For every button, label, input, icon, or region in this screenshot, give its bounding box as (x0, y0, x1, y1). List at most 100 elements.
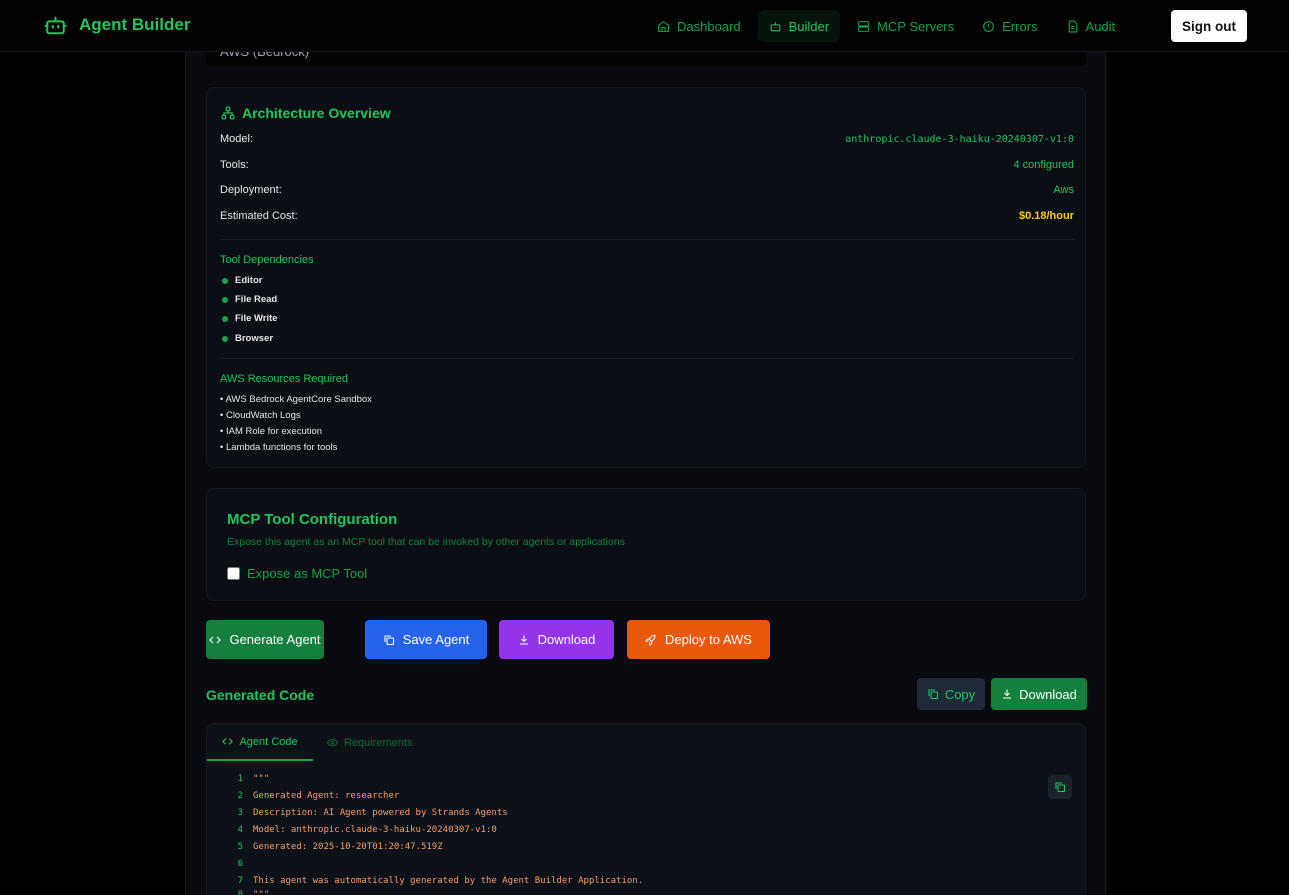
tools-row: Tools: 4 configured (220, 159, 1074, 171)
nav-builder[interactable]: Builder (757, 10, 841, 42)
download-icon (519, 635, 528, 645)
bullet-dot (222, 277, 228, 284)
home-icon (658, 20, 669, 32)
dependency-item: Browser (222, 333, 273, 344)
nav-errors-label: Errors (1002, 18, 1038, 34)
tools-key: Tools: (220, 159, 249, 171)
aws-resources-title: AWS Resources Required (220, 373, 348, 385)
generate-agent-label: Generate Agent (229, 632, 321, 647)
copy-code-label: Copy (944, 686, 976, 702)
brand[interactable]: Agent Builder (44, 14, 190, 36)
copy-snippet-button[interactable] (1048, 775, 1072, 799)
line-text: This agent was automatically generated b… (253, 876, 644, 886)
code-line: 4 Model: anthropic.claude-3-haiku-202403… (221, 825, 497, 842)
generated-code-title: Generated Code (206, 687, 315, 703)
tab-agent-code-label: Agent Code (239, 735, 298, 748)
code-tabs: Agent Code Requirements (207, 724, 1087, 761)
tab-requirements-label: Requirements (344, 736, 413, 749)
server-icon (858, 20, 869, 32)
deployment-key: Deployment: (220, 184, 282, 196)
line-number: 1 (237, 774, 243, 784)
nav-dashboard[interactable]: Dashboard (646, 10, 752, 42)
cost-key: Estimated Cost: (220, 210, 298, 222)
copy-icon (1055, 782, 1066, 793)
line-number: 5 (237, 842, 243, 852)
architecture-overview-card: Architecture Overview Model: anthropic.c… (206, 87, 1086, 468)
divider (220, 358, 1074, 359)
eye-icon (327, 738, 338, 747)
line-text: """ (253, 774, 270, 784)
deploy-aws-button[interactable]: Deploy to AWS (627, 620, 770, 659)
tools-value: 4 configured (1013, 159, 1074, 171)
tab-agent-code[interactable]: Agent Code (207, 724, 313, 761)
code-line: 1 """ (221, 774, 270, 791)
nav-dashboard-label: Dashboard (677, 18, 741, 34)
divider (220, 239, 1074, 240)
line-text: """ (253, 890, 270, 895)
download-agent-label: Download (537, 632, 596, 647)
copy-icon (384, 634, 394, 645)
line-text (243, 859, 253, 876)
expose-mcp-checkbox[interactable] (227, 567, 240, 580)
dependency-item: Editor (222, 275, 262, 286)
brand-title: Agent Builder (79, 15, 191, 34)
line-number: 8 (237, 890, 243, 895)
code-icon (209, 636, 222, 643)
tool-dependencies-title: Tool Dependencies (220, 254, 314, 266)
dependency-label: Editor (235, 275, 263, 286)
code-line: 8 """ (221, 890, 270, 895)
line-text: Generated Agent: researcher (253, 791, 400, 801)
rocket-icon (645, 634, 656, 646)
expose-mcp-option[interactable]: Expose as MCP Tool (227, 566, 367, 581)
model-key: Model: (220, 133, 254, 145)
code-line: 3 Description: AI Agent powered by Stran… (221, 808, 508, 825)
resource-item: • CloudWatch Logs (220, 410, 301, 421)
alert-icon (983, 20, 995, 32)
builder-panel: AWS (Bedrock) Architecture Overview Mode… (185, 0, 1106, 895)
deploy-aws-label: Deploy to AWS (665, 632, 752, 647)
architecture-title: Architecture Overview (221, 105, 391, 121)
sign-out-button[interactable]: Sign out (1171, 10, 1247, 42)
dependency-item: File Read (222, 294, 277, 305)
deployment-row-value: Aws (1053, 184, 1074, 196)
dependency-label: Browser (235, 333, 274, 344)
nav-mcp-servers[interactable]: MCP Servers (846, 10, 965, 42)
model-row: Model: anthropic.claude-3-haiku-20240307… (220, 133, 1074, 145)
expose-mcp-label: Expose as MCP Tool (247, 566, 368, 581)
bot-logo-icon (44, 16, 67, 35)
line-number: 4 (237, 825, 243, 835)
code-viewer: Agent Code Requirements 1 """ 2 Generate… (206, 723, 1086, 895)
line-text: Model: anthropic.claude-3-haiku-20240307… (253, 825, 497, 835)
mcp-title: MCP Tool Configuration (227, 511, 398, 528)
architecture-title-text: Architecture Overview (242, 105, 391, 121)
download-agent-button[interactable]: Download (499, 620, 614, 659)
download-code-button[interactable]: Download (991, 678, 1087, 710)
nav-mcp-servers-label: MCP Servers (877, 18, 955, 34)
network-icon (221, 106, 235, 120)
download-icon (1003, 689, 1012, 699)
copy-code-button[interactable]: Copy (917, 678, 985, 710)
mcp-config-card: MCP Tool Configuration Expose this agent… (206, 488, 1086, 601)
resource-item: • AWS Bedrock AgentCore Sandbox (220, 394, 372, 405)
save-agent-label: Save Agent (402, 632, 470, 647)
code-line: 7 This agent was automatically generated… (221, 876, 644, 893)
code-line: 2 Generated Agent: researcher (221, 791, 400, 808)
line-number: 2 (237, 791, 243, 801)
nav-audit[interactable]: Audit (1055, 10, 1127, 42)
save-agent-button[interactable]: Save Agent (365, 620, 487, 659)
top-bar: Agent Builder Dashboard Builder MCP Serv… (0, 0, 1289, 52)
nav-errors[interactable]: Errors (971, 10, 1048, 42)
generate-agent-button[interactable]: Generate Agent (206, 620, 324, 659)
code-line: 5 Generated: 2025-10-20T01:20:47.519Z (221, 842, 443, 859)
bullet-dot (222, 296, 228, 303)
model-value: anthropic.claude-3-haiku-20240307-v1:0 (845, 133, 1074, 145)
line-number: 6 (237, 859, 243, 869)
copy-icon (928, 689, 938, 700)
mcp-description: Expose this agent as an MCP tool that ca… (227, 536, 625, 548)
dependency-label: File Read (235, 294, 278, 305)
line-number: 3 (237, 808, 243, 818)
cost-value: $0.18/hour (1018, 210, 1074, 222)
tab-requirements[interactable]: Requirements (327, 724, 412, 761)
file-icon (1068, 20, 1077, 32)
download-code-label: Download (1019, 686, 1077, 702)
